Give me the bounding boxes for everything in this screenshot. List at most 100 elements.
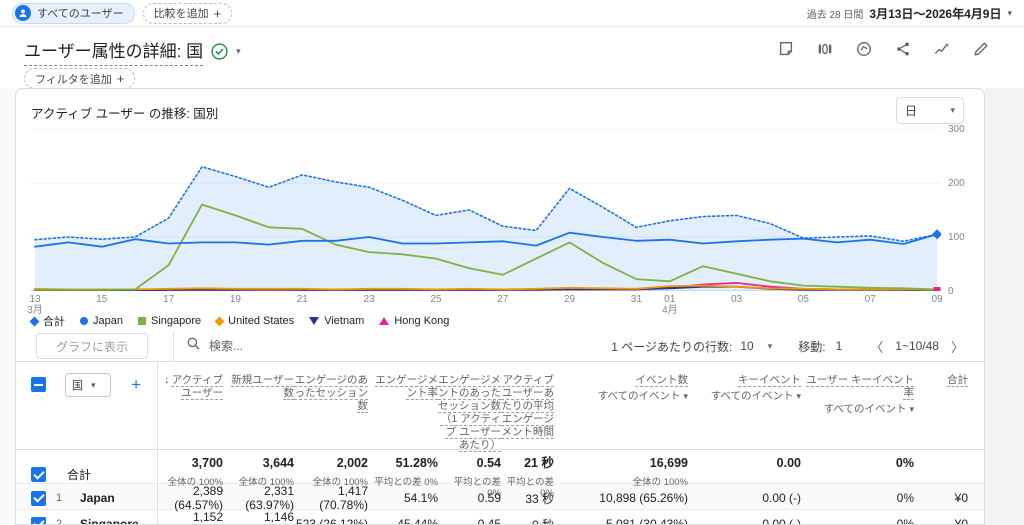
x-tick-label: 19 (229, 294, 241, 305)
row-cell: 0.00 (-) (762, 491, 801, 505)
report-body: アクティブ ユーザー の推移: 国別 日 ▾ 0 100 200 300 13 3月 15… (0, 88, 1024, 525)
add-filter-chip[interactable]: フィルタを追加 + (24, 68, 136, 89)
chart-plot (31, 129, 941, 291)
diamond-marker-icon (29, 316, 40, 326)
dimension-select[interactable]: 国 ▾ (65, 373, 111, 397)
plus-icon: + (116, 71, 125, 86)
dimension-value: 国 (72, 380, 83, 392)
note-icon[interactable] (777, 40, 795, 58)
interval-select[interactable]: 日 ▾ (896, 97, 964, 124)
row-checkbox[interactable] (31, 490, 46, 506)
edit-icon[interactable] (972, 40, 990, 58)
column-header-engaged-sessions[interactable]: エンゲージのあったセッション数 (294, 362, 369, 452)
insights-icon[interactable] (933, 40, 951, 58)
sort-desc-icon: ↓ (164, 374, 170, 386)
row-number: 2 (56, 518, 63, 525)
row-cell: 1,152 (31.14%) (192, 510, 223, 524)
square-marker-icon (137, 317, 146, 325)
report-card: アクティブ ユーザー の推移: 国別 日 ▾ 0 100 200 300 13 3月 15… (15, 88, 985, 525)
row-cell: 523 (26.12%) (295, 517, 368, 525)
pagination-range: 1~10/48 (895, 339, 939, 353)
legend-item-united-states[interactable]: United States (214, 315, 294, 327)
row-cell: 33 秒 (525, 491, 554, 506)
chevron-down-icon: ▾ (950, 105, 955, 115)
trend-chart-section: アクティブ ユーザー の推移: 国別 日 ▾ 0 100 200 300 13 3月 15… (16, 89, 984, 331)
comparison-icon[interactable] (816, 40, 834, 58)
share-icon[interactable] (894, 40, 912, 58)
rows-per-page-label: 1 ページあたりの行数: (611, 339, 733, 354)
title-menu-chevron-icon[interactable]: ▾ (236, 46, 241, 57)
x-tick-label: 03 (730, 294, 743, 305)
legend-item-hong-kong[interactable]: Hong Kong (379, 315, 449, 327)
legend-item-japan[interactable]: Japan (80, 315, 123, 327)
row-cell: 2,389 (64.57%) (174, 484, 223, 512)
column-header-new-users[interactable]: 新規ユーザー数 (223, 362, 294, 452)
chevron-down-icon: ▾ (91, 379, 96, 390)
row-cell: 0 秒 (531, 517, 554, 525)
legend-item-vietnam[interactable]: Vietnam (309, 315, 364, 327)
pagination: 1 ページあたりの行数: 10 ▾ 移動: 1 〈 1~10/48 〉 (611, 331, 966, 361)
x-tick-label: 21 (296, 294, 308, 305)
totals-label: 合計 (67, 468, 92, 482)
column-header-event-count[interactable]: イベント数 すべてのイベント ▾ (554, 362, 688, 452)
table-row: 1 Japan 2,389 (64.57%) 2,331 (63.97%) 1,… (16, 483, 984, 512)
rows-per-page-select[interactable]: 10 ▾ (740, 339, 772, 353)
x-tick-label: 15 (96, 294, 108, 305)
row-dimension-cell: 2 Singapore (16, 510, 158, 525)
table-search (186, 336, 449, 356)
chevron-left-icon[interactable]: 〈 (868, 337, 885, 356)
chevron-down-icon: ▾ (767, 340, 773, 351)
legend-label: Japan (93, 315, 123, 327)
row-cell: 0% (896, 517, 914, 525)
row-country-name: Japan (80, 491, 115, 505)
search-input[interactable] (209, 339, 449, 353)
right-gutter (985, 88, 1024, 525)
column-header-engaged-sessions-per-user[interactable]: エンゲージメントのあったセッション数（1 アクティブ ユーザーあたり） (438, 362, 501, 452)
date-range-prefix: 過去 28 日間 (806, 9, 864, 21)
column-header-key-events[interactable]: キーイベント すべてのイベント ▾ (688, 362, 801, 452)
row-cell: 0.59 (477, 491, 501, 505)
row-dimension-cell: 1 Japan (16, 484, 158, 512)
goto-value[interactable]: 1 (836, 339, 843, 353)
chevron-down-icon: ▾ (1007, 7, 1012, 18)
person-icon (15, 5, 31, 21)
x-tick-label: 25 (430, 294, 442, 305)
audience-bar: すべてのユーザー 比較を追加 + 過去 28 日間 3月13日〜2026年4月9… (0, 0, 1024, 27)
table-row: 2 Singapore 1,152 (31.14%) 1,146 (31.45%… (16, 509, 984, 525)
row-cell: 1,146 (31.45%) (263, 510, 294, 524)
add-column-icon[interactable]: + (131, 375, 141, 395)
row-cell: 0% (896, 491, 914, 505)
legend-label: Vietnam (324, 315, 365, 327)
divider (173, 331, 174, 361)
rows-per-page-value: 10 (740, 339, 754, 353)
legend-item-total[interactable]: 合計 (29, 313, 65, 329)
select-all-checkbox[interactable] (31, 377, 46, 392)
y-tick-label: 100 (948, 232, 965, 243)
show-chart-button[interactable]: グラフに表示 (36, 333, 148, 359)
y-tick-label: 200 (948, 178, 965, 189)
legend-item-singapore[interactable]: Singapore (137, 315, 201, 327)
column-header-user-key-event-rate[interactable]: ユーザー キーイベント率 すべてのイベント ▾ (801, 362, 914, 452)
diamond-marker-icon (214, 316, 225, 326)
date-range-selector[interactable]: 過去 28 日間 3月13日〜2026年4月9日 ▾ (807, 5, 1012, 22)
chevron-right-icon[interactable]: 〉 (949, 337, 966, 356)
row-checkbox[interactable] (31, 516, 46, 524)
add-comparison-label: 比較を追加 (153, 8, 209, 20)
row-cell: 54.1% (403, 491, 438, 505)
row-cell: 2,331 (63.97%) (245, 484, 294, 512)
row-cell: ¥0 (954, 517, 968, 525)
x-tick-label: 27 (497, 294, 509, 305)
add-comparison-chip[interactable]: 比較を追加 + (142, 2, 233, 24)
all-users-chip[interactable]: すべてのユーザー (12, 2, 135, 24)
row-country-name: Singapore (80, 517, 139, 525)
column-header-engagement-rate[interactable]: エンゲージメント率 (368, 362, 438, 452)
totals-checkbox[interactable] (31, 467, 46, 482)
row-cell: 45.44% (397, 517, 438, 525)
column-header-avg-engagement-time[interactable]: アクティブ ユーザーあたりの平均エンゲージメント時間 (501, 362, 555, 452)
data-quality-icon[interactable] (855, 40, 873, 58)
column-header-active-users[interactable]: ↓ アクティブ ユーザー (158, 362, 223, 452)
circle-marker-icon (80, 317, 88, 325)
x-tick-label: 01 4月 (661, 294, 678, 316)
x-tick-label: 05 (797, 294, 809, 305)
column-header-total-revenue[interactable]: 合計 (914, 362, 968, 452)
